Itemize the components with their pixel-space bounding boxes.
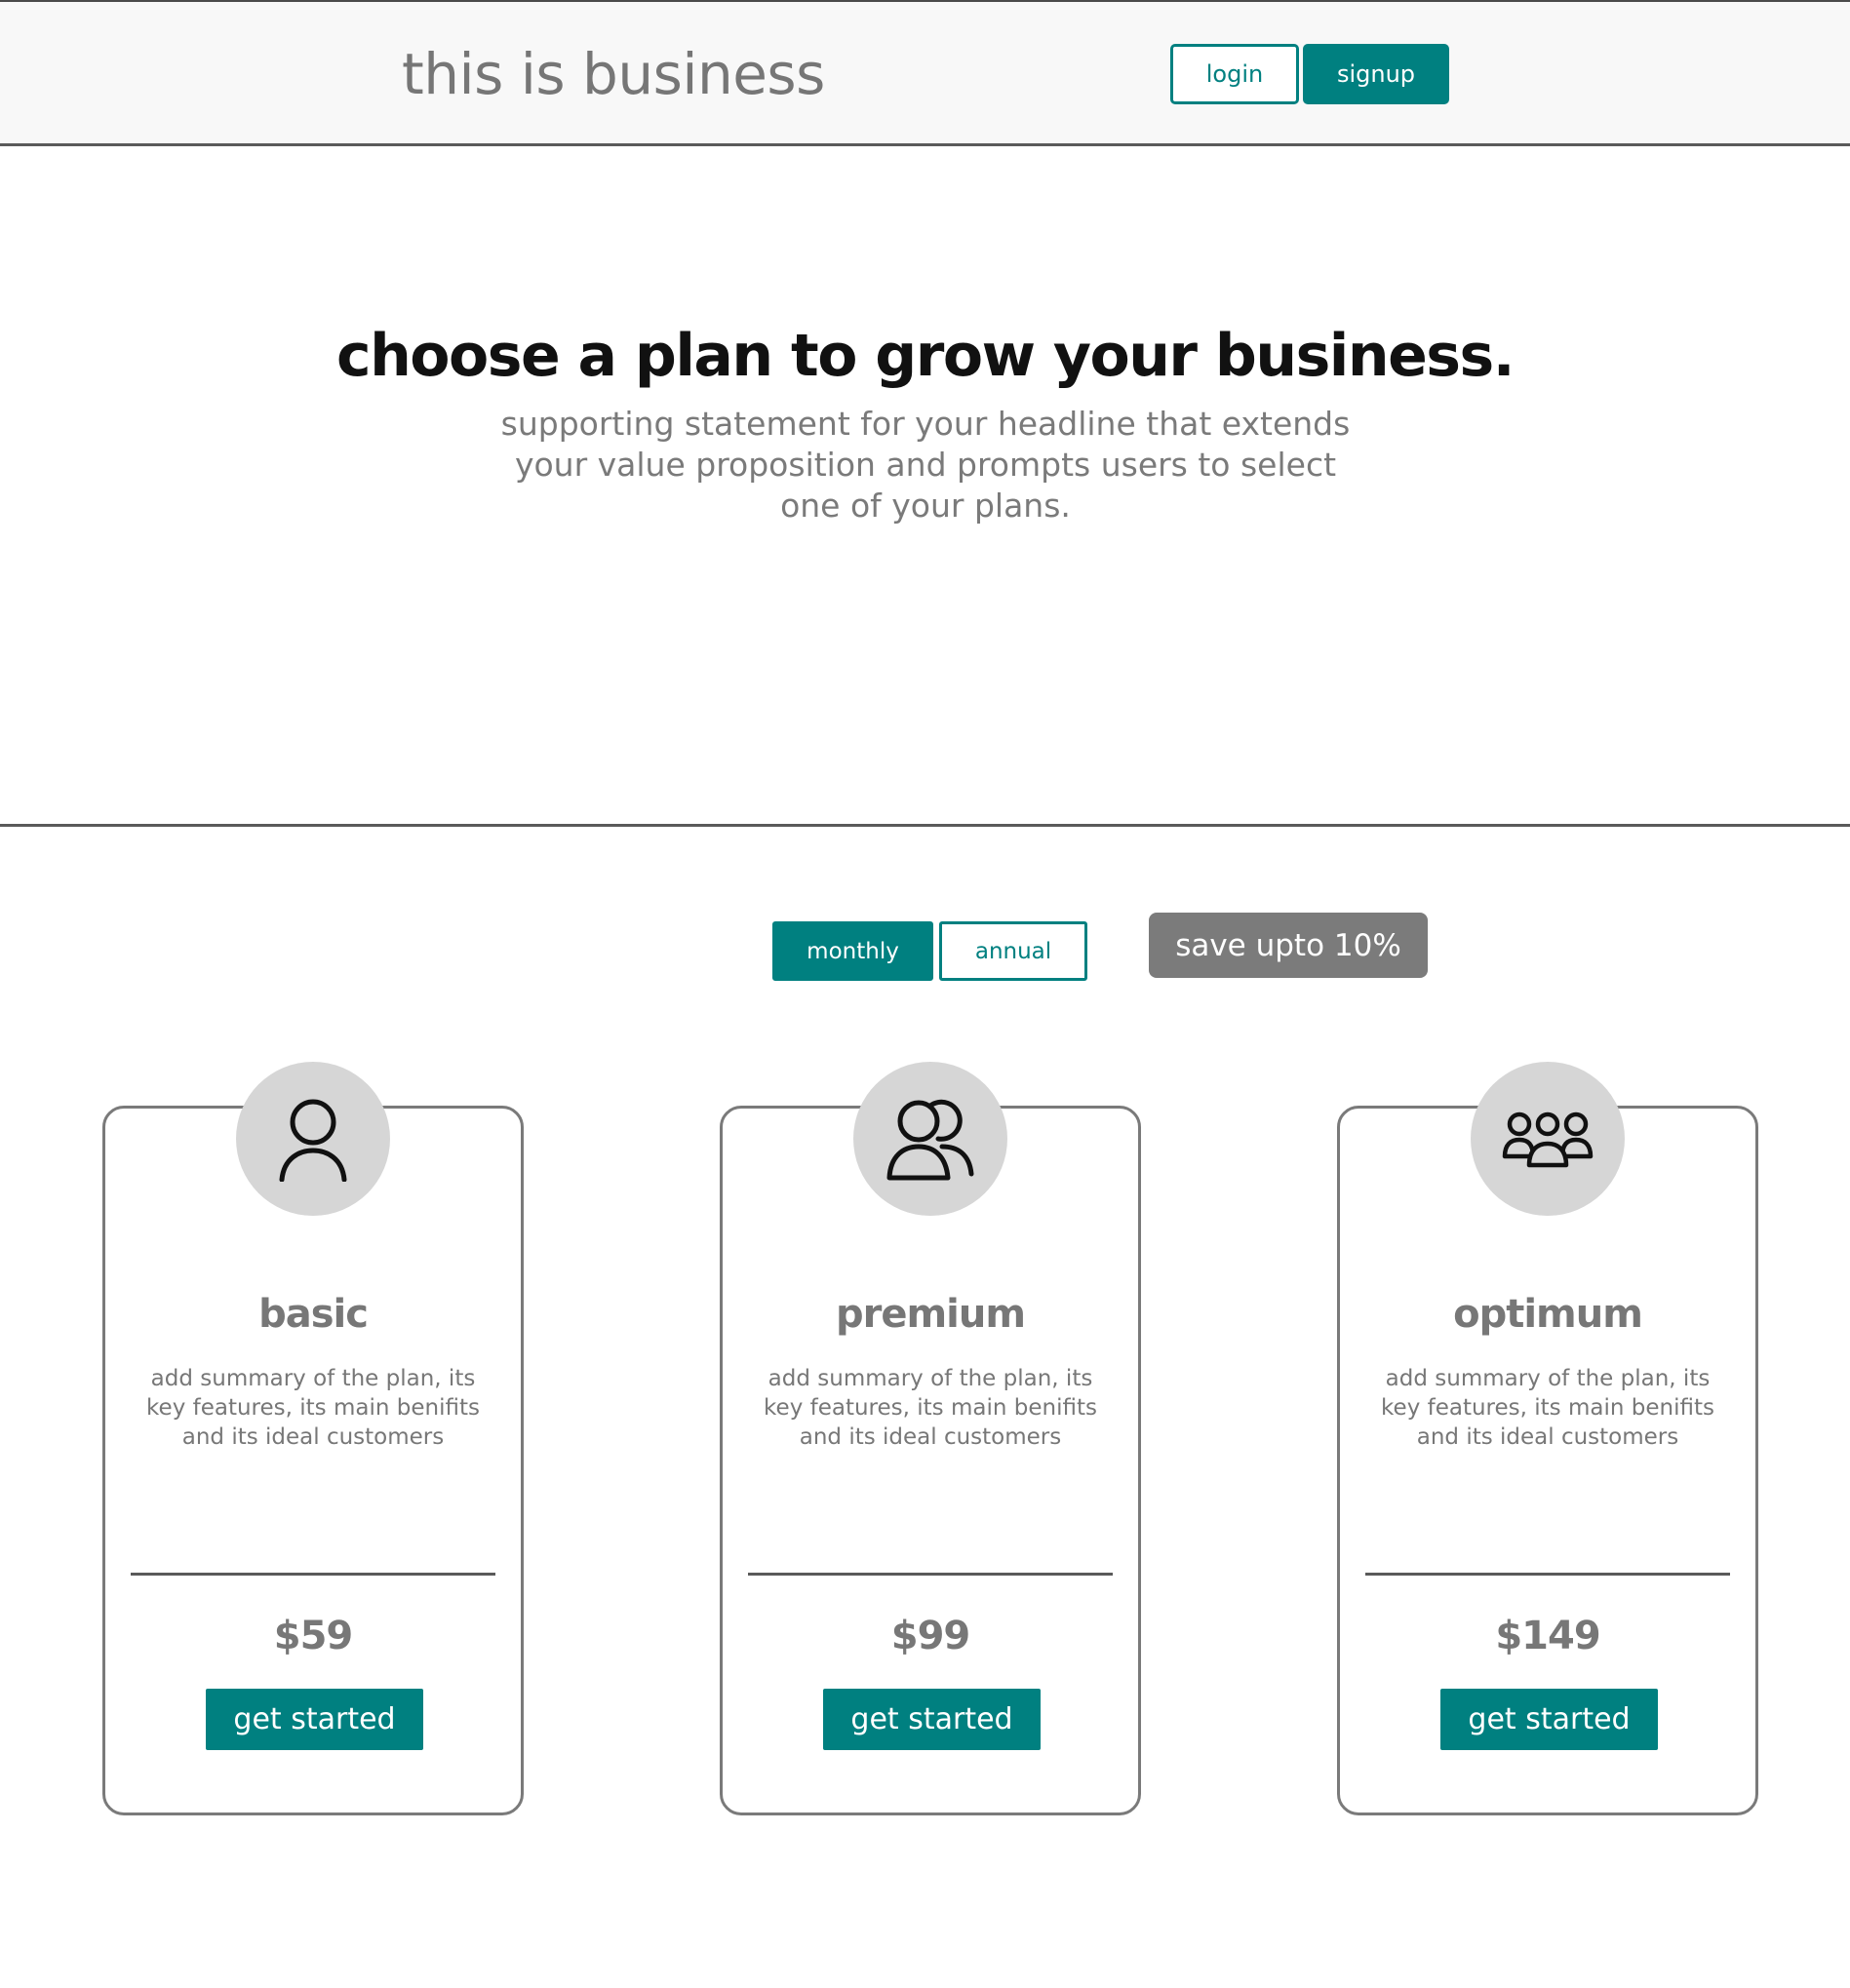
- plan-price: $59: [273, 1614, 354, 1658]
- plan-name: basic: [258, 1292, 369, 1337]
- plan-price: $99: [890, 1614, 971, 1658]
- plan-icon-circle: [236, 1062, 390, 1216]
- plan-card-premium: premium add summary of the plan, its key…: [720, 1062, 1141, 1815]
- plan-price: $149: [1495, 1614, 1600, 1658]
- section-divider: [0, 824, 1850, 827]
- signup-button[interactable]: signup: [1303, 44, 1449, 104]
- plan-icon-circle: [1471, 1062, 1625, 1216]
- get-started-button[interactable]: get started: [206, 1689, 423, 1750]
- brand-name[interactable]: this is business: [402, 41, 825, 107]
- plan-summary: add summary of the plan, its key feature…: [764, 1366, 1097, 1450]
- top-nav: this is business login signup: [0, 0, 1850, 146]
- plan-divider: [1365, 1573, 1730, 1576]
- plan-icon-circle: [853, 1062, 1007, 1216]
- page-subtitle: supporting statement for your headline t…: [500, 405, 1351, 525]
- plan-divider: [748, 1573, 1113, 1576]
- plan-summary: add summary of the plan, its key feature…: [146, 1366, 480, 1450]
- plan-name: premium: [835, 1292, 1026, 1337]
- plan-summary: add summary of the plan, its key feature…: [1381, 1366, 1714, 1450]
- plan-card-basic: basic add summary of the plan, its key f…: [102, 1062, 524, 1815]
- billing-annual-toggle[interactable]: annual: [939, 921, 1087, 981]
- plan-name: optimum: [1453, 1292, 1643, 1337]
- login-button[interactable]: login: [1170, 44, 1299, 104]
- get-started-button[interactable]: get started: [823, 1689, 1041, 1750]
- get-started-button[interactable]: get started: [1440, 1689, 1658, 1750]
- save-badge: save upto 10%: [1149, 913, 1428, 978]
- plan-card-optimum: optimum add summary of the plan, its key…: [1337, 1062, 1758, 1815]
- page-title: choose a plan to grow your business.: [336, 322, 1515, 390]
- user-icon: [279, 1099, 347, 1182]
- group-icon: [1502, 1111, 1594, 1168]
- plan-divider: [131, 1573, 495, 1576]
- users-pair-icon: [886, 1099, 974, 1181]
- billing-monthly-toggle[interactable]: monthly: [772, 921, 933, 981]
